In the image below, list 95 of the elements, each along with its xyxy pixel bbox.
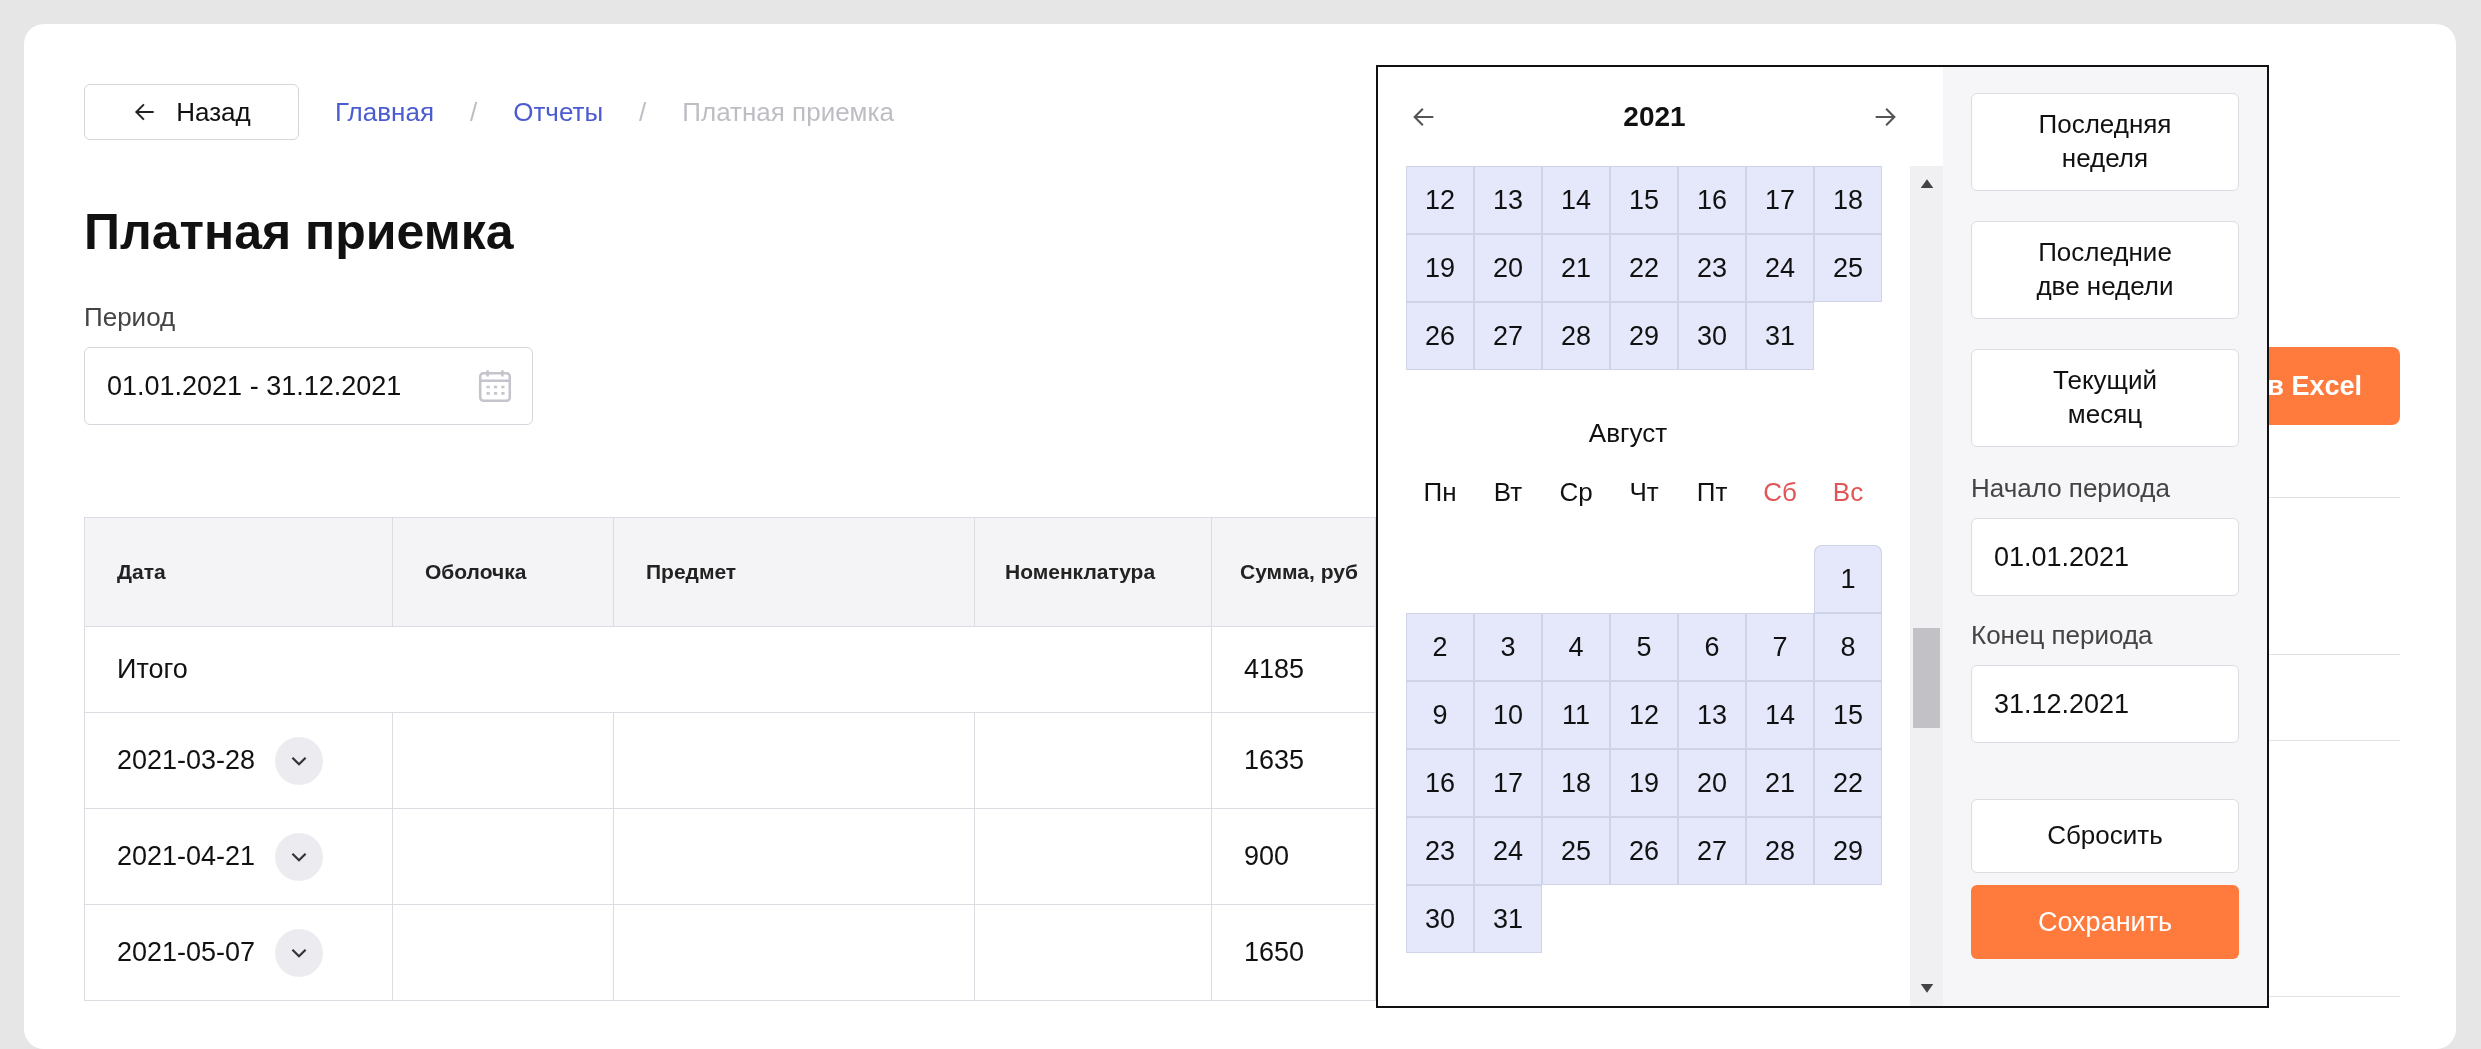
calendar-day[interactable]: 25 bbox=[1542, 817, 1610, 885]
back-button[interactable]: Назад bbox=[84, 84, 299, 140]
calendar-day[interactable]: 28 bbox=[1746, 817, 1814, 885]
calendar-day[interactable]: 21 bbox=[1746, 749, 1814, 817]
field-label: Период bbox=[84, 302, 176, 333]
calendar-day[interactable]: 24 bbox=[1474, 817, 1542, 885]
breadcrumb-link[interactable]: Отчеты bbox=[513, 96, 604, 128]
column-header: Оболочка bbox=[392, 517, 614, 627]
reset-button[interactable]: Сбросить bbox=[1971, 799, 2239, 873]
calendar-day[interactable]: 27 bbox=[1678, 817, 1746, 885]
weekday-label: Чт bbox=[1628, 477, 1660, 509]
calendar-day[interactable]: 13 bbox=[1678, 681, 1746, 749]
calendar-day[interactable]: 18 bbox=[1542, 749, 1610, 817]
preset-button[interactable]: Последние две недели bbox=[1971, 221, 2239, 319]
calendar-year: 2021 bbox=[1623, 100, 1686, 133]
calendar-day[interactable]: 31 bbox=[1474, 885, 1542, 953]
calendar-day[interactable]: 14 bbox=[1542, 166, 1610, 234]
scroll-down-icon[interactable] bbox=[1919, 984, 1934, 994]
date-range-field[interactable]: 01.01.2021 - 31.12.2021 bbox=[84, 347, 533, 425]
table-cell: Итого bbox=[84, 626, 1212, 713]
calendar-day[interactable]: 17 bbox=[1474, 749, 1542, 817]
calendar-day[interactable]: 16 bbox=[1406, 749, 1474, 817]
calendar-day[interactable]: 20 bbox=[1678, 749, 1746, 817]
weekday-label: Пн bbox=[1422, 477, 1458, 509]
calendar-day[interactable]: 31 bbox=[1746, 302, 1814, 370]
page-title: Платная приемка bbox=[84, 203, 514, 262]
weekday-label: Сб bbox=[1762, 477, 1798, 509]
breadcrumb-link[interactable]: Главная bbox=[335, 96, 434, 128]
calendar-day[interactable]: 30 bbox=[1678, 302, 1746, 370]
column-header: Сумма, руб bbox=[1211, 517, 1376, 627]
column-header: Предмет bbox=[613, 517, 975, 627]
field-label: Конец периода bbox=[1971, 620, 2154, 651]
weekday-label: Пт bbox=[1695, 477, 1729, 509]
calendar-day[interactable]: 14 bbox=[1746, 681, 1814, 749]
calendar-day[interactable]: 9 bbox=[1406, 681, 1474, 749]
calendar-day[interactable]: 2 bbox=[1406, 613, 1474, 681]
calendar-day[interactable]: 11 bbox=[1542, 681, 1610, 749]
calendar-day[interactable]: 18 bbox=[1814, 166, 1882, 234]
preset-button[interactable]: Текущий месяц bbox=[1971, 349, 2239, 447]
start-date-field[interactable]: 01.01.2021 bbox=[1971, 518, 2239, 596]
calendar-day[interactable]: 26 bbox=[1610, 817, 1678, 885]
weekday-label: Вс bbox=[1831, 477, 1865, 509]
column-header: Дата bbox=[84, 517, 393, 627]
calendar-day[interactable]: 15 bbox=[1814, 681, 1882, 749]
calendar-day[interactable]: 28 bbox=[1542, 302, 1610, 370]
table-cell: 900 bbox=[1211, 808, 1376, 905]
field-label: Начало периода bbox=[1971, 473, 2171, 504]
calendar-day[interactable]: 21 bbox=[1542, 234, 1610, 302]
calendar-day[interactable]: 5 bbox=[1610, 613, 1678, 681]
month-title: Август bbox=[1587, 418, 1669, 449]
table-cell: 2021-04-21 bbox=[117, 841, 256, 872]
table-cell: 1650 bbox=[1211, 904, 1376, 1001]
breadcrumb-separator: / bbox=[469, 96, 478, 128]
column-header: Номенклатура bbox=[974, 517, 1212, 627]
scrollbar-thumb[interactable] bbox=[1913, 628, 1940, 728]
table-cell: 1635 bbox=[1211, 712, 1376, 809]
calendar-day[interactable]: 24 bbox=[1746, 234, 1814, 302]
calendar-day[interactable]: 7 bbox=[1746, 613, 1814, 681]
table-cell: 4185 bbox=[1211, 626, 1376, 713]
calendar-day[interactable]: 19 bbox=[1406, 234, 1474, 302]
calendar-day[interactable]: 17 bbox=[1746, 166, 1814, 234]
calendar-day[interactable]: 13 bbox=[1474, 166, 1542, 234]
calendar-day[interactable]: 10 bbox=[1474, 681, 1542, 749]
calendar-day[interactable]: 20 bbox=[1474, 234, 1542, 302]
calendar-day[interactable]: 27 bbox=[1474, 302, 1542, 370]
calendar-day[interactable]: 1 bbox=[1814, 545, 1882, 613]
breadcrumb-separator: / bbox=[639, 96, 647, 128]
scroll-up-icon[interactable] bbox=[1919, 178, 1934, 188]
calendar-day[interactable]: 19 bbox=[1610, 749, 1678, 817]
calendar-day[interactable]: 6 bbox=[1678, 613, 1746, 681]
calendar-day[interactable]: 23 bbox=[1406, 817, 1474, 885]
table-cell: 2021-05-07 bbox=[117, 937, 256, 968]
calendar-day[interactable]: 29 bbox=[1610, 302, 1678, 370]
end-date-field[interactable]: 31.12.2021 bbox=[1971, 665, 2239, 743]
weekday-label: Вт bbox=[1492, 477, 1524, 509]
calendar-day[interactable]: 12 bbox=[1610, 681, 1678, 749]
current-page-label: Платная приемка bbox=[682, 96, 894, 128]
calendar-day[interactable]: 16 bbox=[1678, 166, 1746, 234]
preset-button[interactable]: Последняя неделя bbox=[1971, 93, 2239, 191]
calendar-day[interactable]: 4 bbox=[1542, 613, 1610, 681]
table-cell: 2021-03-28 bbox=[117, 745, 256, 776]
calendar-day[interactable]: 30 bbox=[1406, 885, 1474, 953]
calendar-day[interactable]: 22 bbox=[1610, 234, 1678, 302]
calendar-day[interactable]: 8 bbox=[1814, 613, 1882, 681]
calendar-day[interactable]: 29 bbox=[1814, 817, 1882, 885]
calendar-icon bbox=[476, 367, 514, 405]
calendar-day[interactable]: 15 bbox=[1610, 166, 1678, 234]
calendar-day[interactable]: 3 bbox=[1474, 613, 1542, 681]
calendar-day[interactable]: 23 bbox=[1678, 234, 1746, 302]
calendar-day[interactable]: 22 bbox=[1814, 749, 1882, 817]
weekday-label: Ср bbox=[1558, 477, 1594, 509]
calendar-day[interactable]: 25 bbox=[1814, 234, 1882, 302]
calendar-day[interactable]: 12 bbox=[1406, 166, 1474, 234]
scrollbar-track[interactable] bbox=[1910, 166, 1943, 1006]
calendar-day[interactable]: 26 bbox=[1406, 302, 1474, 370]
